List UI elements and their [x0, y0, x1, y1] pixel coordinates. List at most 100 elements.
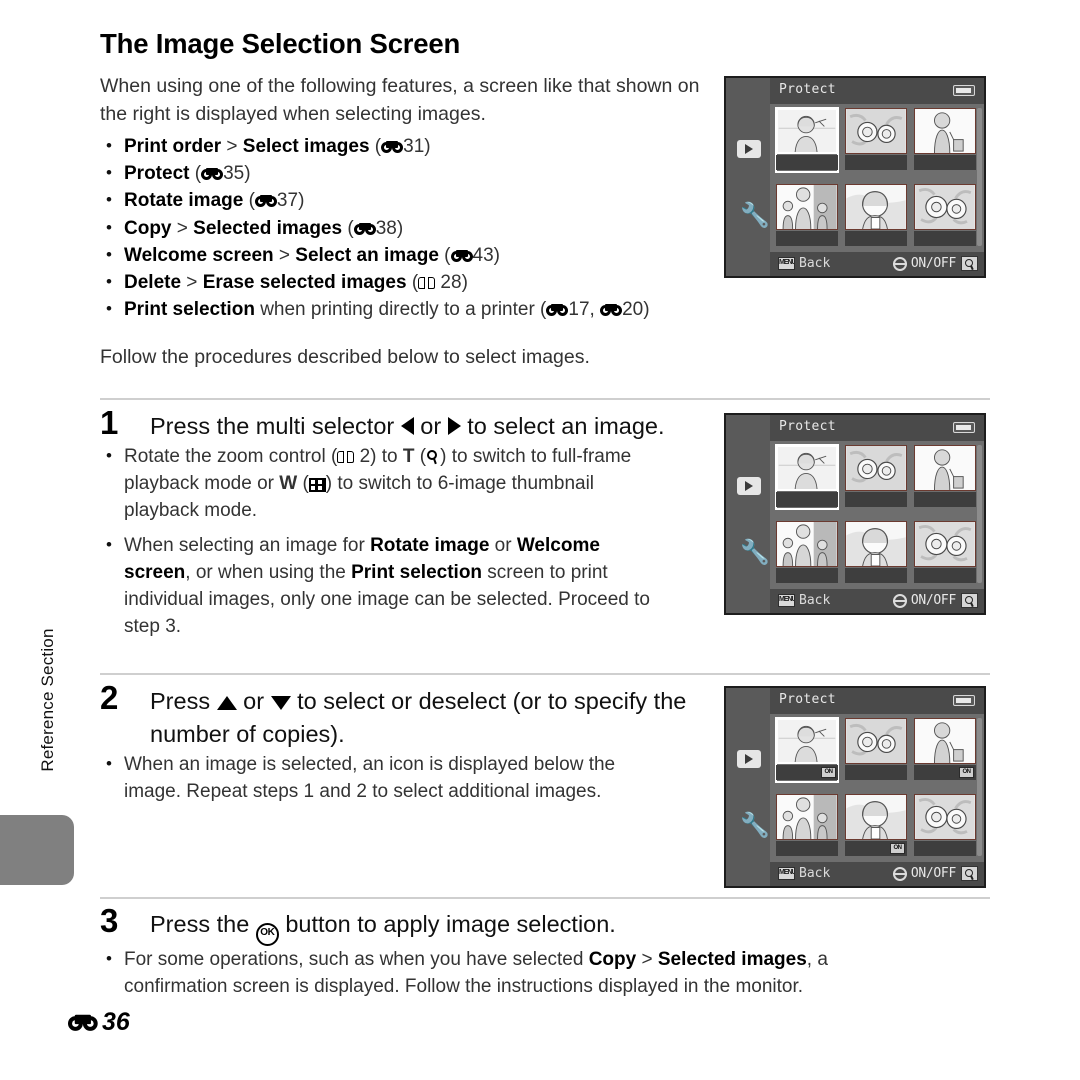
- thumbnail-cell[interactable]: [914, 108, 976, 172]
- feature-tail: when printing directly to a printer (: [254, 299, 547, 321]
- thumbnail-cell[interactable]: [776, 184, 838, 248]
- lcd-footer-bar: MENU Back ON/OFF: [770, 252, 984, 276]
- lcd-scrollbar[interactable]: [977, 445, 982, 583]
- book-icon: [337, 451, 355, 464]
- thumbnail-cell[interactable]: [914, 521, 976, 585]
- lcd-scrollbar[interactable]: [977, 718, 982, 856]
- battery-icon: [953, 85, 975, 96]
- onoff-label: ON/OFF: [910, 866, 956, 881]
- thumbnail-cell[interactable]: ON: [775, 717, 839, 783]
- thumbnail-cell[interactable]: [776, 794, 838, 858]
- magnifier-icon[interactable]: [961, 593, 978, 608]
- tele-label: T: [402, 446, 415, 467]
- feature-bold-secondary: Select an image: [295, 244, 439, 266]
- ref-open: (: [189, 163, 202, 185]
- playback-icon[interactable]: [737, 750, 761, 768]
- lcd-header: Protect: [770, 688, 984, 714]
- camera-screen-1: 🔧 Protect MENU Back ON/OFF: [724, 76, 986, 278]
- bullet-part: Rotate the zoom control (: [124, 446, 338, 467]
- setup-wrench-icon[interactable]: 🔧: [740, 813, 770, 841]
- page-title: The Image Selection Screen: [100, 28, 461, 59]
- step-2: 2 Press or to select or deselect (or to …: [100, 679, 700, 805]
- ref-close: ): [461, 272, 468, 294]
- step-1-bullets: Rotate the zoom control ( 2) to T () to …: [100, 442, 655, 641]
- onoff-label: ON/OFF: [910, 593, 956, 608]
- magnifier-icon[interactable]: [961, 866, 978, 881]
- ref-close: ): [493, 244, 500, 266]
- bullet-part: or: [489, 534, 517, 556]
- follow-procedures-text: Follow the procedures described below to…: [100, 346, 590, 368]
- thumbnail-cell[interactable]: [845, 521, 907, 585]
- lcd-sidebar: 🔧: [726, 688, 770, 886]
- thumbnail-cell[interactable]: [845, 718, 907, 782]
- thumbnail-cell[interactable]: [914, 794, 976, 858]
- thumbnail-cell[interactable]: [845, 184, 907, 248]
- thumbnail-cell[interactable]: [914, 445, 976, 509]
- intro-paragraph: When using one of the following features…: [100, 75, 700, 125]
- ref-number: 38: [375, 217, 397, 239]
- lcd-scrollbar[interactable]: [977, 108, 982, 246]
- feature-bold-secondary: Selected images: [193, 217, 343, 239]
- feature-separator: >: [181, 272, 203, 294]
- ref-open: (: [342, 217, 354, 239]
- ok-button-icon: OK: [255, 923, 279, 946]
- thumbnail-cell[interactable]: ON: [845, 794, 907, 858]
- reference-binocular-icon: [254, 195, 277, 208]
- bullet-part: , or when using the: [185, 561, 352, 583]
- list-item: Print selection when printing directly t…: [100, 295, 800, 323]
- reference-binocular-icon: [600, 304, 623, 317]
- thumbnail-cell[interactable]: [914, 184, 976, 248]
- list-item: When selecting an image for Rotate image…: [100, 531, 655, 641]
- bullet-part: (: [414, 446, 427, 467]
- list-item: Rotate the zoom control ( 2) to T () to …: [100, 442, 655, 525]
- reference-binocular-icon: [546, 304, 569, 317]
- thumbnail-grid: [775, 444, 976, 585]
- thumbnail-grid: ON ON ON: [775, 717, 976, 858]
- setup-wrench-icon[interactable]: 🔧: [740, 203, 770, 231]
- menu-button-icon[interactable]: MENU: [778, 867, 795, 880]
- lcd-footer-bar: MENU Back ON/OFF: [770, 862, 984, 886]
- list-item: For some operations, such as when you ha…: [100, 945, 930, 1000]
- thumbnail-cell[interactable]: [845, 108, 907, 172]
- thumbnail-cell[interactable]: [776, 521, 838, 585]
- lcd-title: Protect: [779, 692, 836, 707]
- step-2-bullets: When an image is selected, an icon is di…: [100, 750, 655, 805]
- bullet-part: 2) to: [354, 446, 403, 467]
- step-number: 1: [100, 404, 119, 441]
- step-heading: Press or to select or deselect (or to sp…: [150, 685, 700, 751]
- step-heading-part: or: [236, 688, 271, 714]
- battery-icon: [953, 422, 975, 433]
- playback-icon[interactable]: [737, 140, 761, 158]
- feature-bold-primary: Print selection: [124, 299, 255, 321]
- menu-button-icon[interactable]: MENU: [778, 594, 795, 607]
- lcd-title: Protect: [779, 82, 836, 97]
- step-heading: Press the multi selector or to select an…: [150, 410, 700, 443]
- list-item: When an image is selected, an icon is di…: [100, 750, 655, 805]
- bullet-bold: Print selection: [351, 561, 483, 583]
- thumbnail-cell[interactable]: [845, 445, 907, 509]
- thumbnail-cell[interactable]: ON: [914, 718, 976, 782]
- lcd-header: Protect: [770, 415, 984, 441]
- menu-button-icon[interactable]: MENU: [778, 257, 795, 270]
- magnifier-icon[interactable]: [961, 256, 978, 271]
- bullet-part: (: [297, 473, 309, 495]
- manual-page: Reference Section The Image Selection Sc…: [0, 0, 1080, 1080]
- ref-open: (: [438, 244, 451, 266]
- playback-icon[interactable]: [737, 477, 761, 495]
- arrow-down-icon: [270, 696, 291, 710]
- feature-bold-primary: Delete: [124, 272, 182, 294]
- thumbnail-cell[interactable]: [775, 444, 839, 510]
- lcd-footer-bar: MENU Back ON/OFF: [770, 589, 984, 613]
- ref-number: 43: [472, 244, 494, 266]
- setup-wrench-icon[interactable]: 🔧: [740, 540, 770, 568]
- bullet-part: For some operations, such as when you ha…: [124, 949, 589, 970]
- battery-icon: [953, 695, 975, 706]
- lcd-header: Protect: [770, 78, 984, 104]
- arrow-right-icon: [447, 417, 461, 435]
- ref-number: 37: [276, 190, 299, 212]
- thumbnail-cell[interactable]: [775, 107, 839, 173]
- section-tab: [0, 815, 74, 885]
- ref-number: 28: [435, 272, 462, 294]
- step-heading-part: Press the: [150, 911, 256, 937]
- ref-open: (: [406, 272, 419, 294]
